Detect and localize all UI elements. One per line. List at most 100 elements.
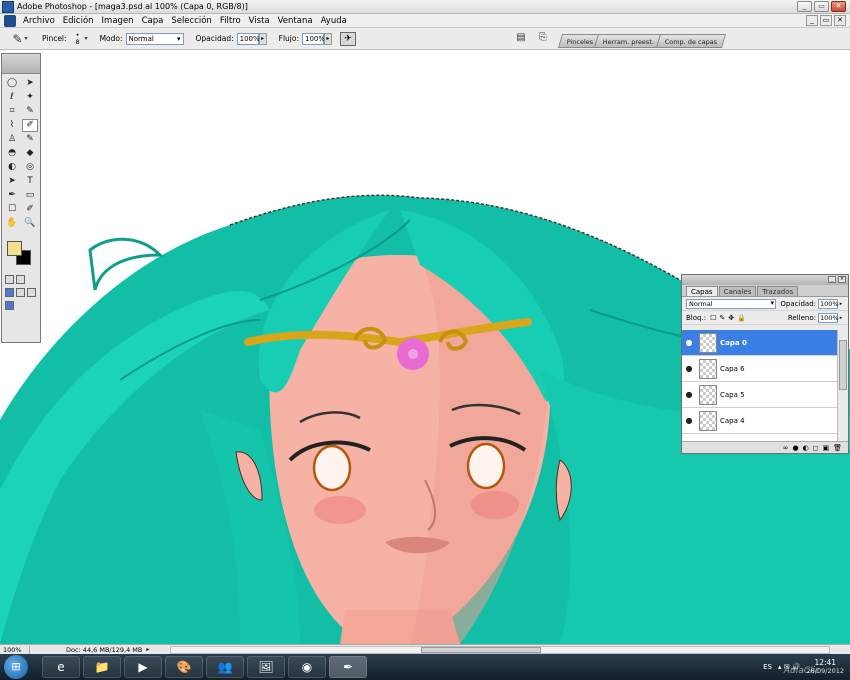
opacity-arrow-icon[interactable]: ▸ xyxy=(258,32,267,45)
magic-wand-tool-icon[interactable]: ✦ xyxy=(22,91,38,104)
layers-panel-header[interactable]: _ × xyxy=(682,275,848,285)
flow-arrow-icon[interactable]: ▸ xyxy=(323,32,332,45)
layer-opacity-input[interactable]: 100% xyxy=(818,298,839,309)
panel-minimize-icon[interactable]: _ xyxy=(828,276,836,283)
opacity-input[interactable]: 100% xyxy=(236,32,260,45)
notes-tool-icon[interactable]: ☐ xyxy=(4,203,20,216)
layers-scroll-thumb[interactable] xyxy=(839,340,847,390)
brush-size-picker[interactable]: • 8 xyxy=(73,31,83,46)
paint-bucket-tool-icon[interactable]: ◆ xyxy=(22,147,38,160)
document-icon[interactable] xyxy=(4,14,16,27)
blur-tool-icon[interactable]: ◐ xyxy=(4,161,20,174)
new-layer-icon[interactable]: ▣ xyxy=(822,444,829,452)
tab-capas[interactable]: Capas xyxy=(686,286,718,296)
menu-ventana[interactable]: Ventana xyxy=(274,16,317,26)
visibility-eye-icon[interactable]: ● xyxy=(682,416,696,425)
layer-row-capa-6[interactable]: ● Capa 6 xyxy=(682,356,838,382)
doc-info-arrow-icon[interactable]: ▸ xyxy=(146,646,149,653)
marquee-tool-icon[interactable]: ◯ xyxy=(4,77,20,90)
tab-trazados[interactable]: Trazados xyxy=(757,286,799,296)
history-brush-tool-icon[interactable]: ✎ xyxy=(22,133,38,146)
layers-scrollbar[interactable] xyxy=(837,330,848,442)
crop-tool-icon[interactable]: ⌗ xyxy=(4,105,20,118)
zoom-tool-icon[interactable]: 🔍 xyxy=(22,217,38,230)
visibility-eye-icon[interactable]: ● xyxy=(682,338,696,347)
doc-minimize-button[interactable]: _ xyxy=(806,15,818,26)
type-tool-icon[interactable]: T xyxy=(22,175,38,188)
layer-row-capa-5[interactable]: ● Capa 5 xyxy=(682,382,838,408)
doc-restore-button[interactable]: ▭ xyxy=(820,15,832,26)
airbrush-toggle-icon[interactable]: ✈ xyxy=(339,31,356,46)
maximize-button[interactable]: ▭ xyxy=(814,1,829,12)
menu-imagen[interactable]: Imagen xyxy=(98,16,138,26)
link-layers-icon[interactable]: ∞ xyxy=(783,444,789,452)
layer-opacity-arrow-icon[interactable]: ▸ xyxy=(838,299,844,309)
brush-tool-preset-icon[interactable]: ✎ ▾ xyxy=(10,31,30,47)
brush-picker-arrow-icon[interactable]: ▾ xyxy=(85,35,88,42)
eraser-tool-icon[interactable]: ◓ xyxy=(4,147,20,160)
tab-canales[interactable]: Canales xyxy=(718,286,757,296)
start-button[interactable]: ⊞ xyxy=(4,655,28,679)
foreground-color-swatch[interactable] xyxy=(7,241,22,256)
toolbox-header[interactable] xyxy=(2,54,40,74)
brush-tool-icon[interactable]: ✐ xyxy=(22,119,38,132)
blend-mode-select[interactable]: Normal xyxy=(686,298,776,309)
quick-mask-icon[interactable] xyxy=(16,275,25,284)
dodge-tool-icon[interactable]: ◎ xyxy=(22,161,38,174)
well-composiciones-capas[interactable]: Comp. de capas xyxy=(655,34,727,48)
visibility-eye-icon[interactable]: ● xyxy=(682,364,696,373)
mode-select[interactable]: Normal xyxy=(125,32,184,45)
taskbar-paint-icon[interactable]: 🎨 xyxy=(165,656,203,678)
taskbar-photoshop-icon[interactable]: ✒ xyxy=(329,656,367,678)
menu-ayuda[interactable]: Ayuda xyxy=(317,16,351,26)
close-button[interactable]: ✕ xyxy=(831,1,846,12)
doc-close-button[interactable]: ✕ xyxy=(834,15,846,26)
menu-vista[interactable]: Vista xyxy=(245,16,274,26)
minimize-button[interactable]: _ xyxy=(797,1,812,12)
menu-filtro[interactable]: Filtro xyxy=(216,16,245,26)
bridge-icon[interactable]: ⎘ xyxy=(537,32,549,44)
flow-input[interactable]: 100% xyxy=(301,32,325,45)
zoom-level[interactable]: 100% xyxy=(0,645,30,654)
taskbar-messenger-icon[interactable]: 👥 xyxy=(206,656,244,678)
pen-tool-icon[interactable]: ✒ xyxy=(4,189,20,202)
adjustment-layer-icon[interactable]: ◐ xyxy=(803,444,809,452)
menu-edicion[interactable]: Edición xyxy=(59,16,98,26)
rectangle-tool-icon[interactable]: ▭ xyxy=(22,189,38,202)
palette-well-toggle-icon[interactable]: ▤ xyxy=(515,32,527,44)
screen-mode-full-menu-icon[interactable] xyxy=(16,288,25,297)
well-herramientas-preestablecidas[interactable]: Herram. preest. xyxy=(594,34,664,48)
layer-row-capa-4[interactable]: ● Capa 4 xyxy=(682,408,838,434)
fill-arrow-icon[interactable]: ▸ xyxy=(838,313,844,323)
visibility-eye-icon[interactable]: ● xyxy=(682,390,696,399)
eyedropper-tool-icon[interactable]: ✐ xyxy=(22,203,38,216)
healing-brush-tool-icon[interactable]: ⌇ xyxy=(4,119,20,132)
new-group-icon[interactable]: ◻ xyxy=(813,444,819,452)
fill-input[interactable]: 100% xyxy=(818,312,839,323)
layer-style-icon[interactable]: ● xyxy=(792,444,798,452)
taskbar-photo-viewer-icon[interactable]: 🖼 xyxy=(247,656,285,678)
screen-mode-standard-icon[interactable] xyxy=(5,288,14,297)
screen-mode-full-icon[interactable] xyxy=(27,288,36,297)
layer-row-capa-0[interactable]: ● Capa 0 xyxy=(682,330,838,356)
lasso-tool-icon[interactable]: ℓ xyxy=(4,91,20,104)
move-tool-icon[interactable]: ➤ xyxy=(22,77,38,90)
path-selection-tool-icon[interactable]: ➤ xyxy=(4,175,20,188)
taskbar-internet-explorer-icon[interactable]: e xyxy=(42,656,80,678)
horizontal-scrollbar[interactable] xyxy=(170,646,830,654)
menu-seleccion[interactable]: Selección xyxy=(167,16,216,26)
menu-capa[interactable]: Capa xyxy=(138,16,168,26)
panel-close-icon[interactable]: × xyxy=(838,276,846,283)
hand-tool-icon[interactable]: ✋ xyxy=(4,217,20,230)
menu-archivo[interactable]: Archivo xyxy=(19,16,59,26)
delete-layer-icon[interactable]: 🗑 xyxy=(833,444,842,452)
clone-stamp-tool-icon[interactable]: ♙ xyxy=(4,133,20,146)
taskbar-chrome-icon[interactable]: ◉ xyxy=(288,656,326,678)
imageready-jump-icon[interactable] xyxy=(5,301,14,310)
standard-mode-icon[interactable] xyxy=(5,275,14,284)
taskbar-explorer-icon[interactable]: 📁 xyxy=(83,656,121,678)
language-indicator[interactable]: ES xyxy=(763,663,772,671)
taskbar-media-player-icon[interactable]: ▶ xyxy=(124,656,162,678)
horizontal-scroll-thumb[interactable] xyxy=(421,647,541,653)
slice-tool-icon[interactable]: ✎ xyxy=(22,105,38,118)
